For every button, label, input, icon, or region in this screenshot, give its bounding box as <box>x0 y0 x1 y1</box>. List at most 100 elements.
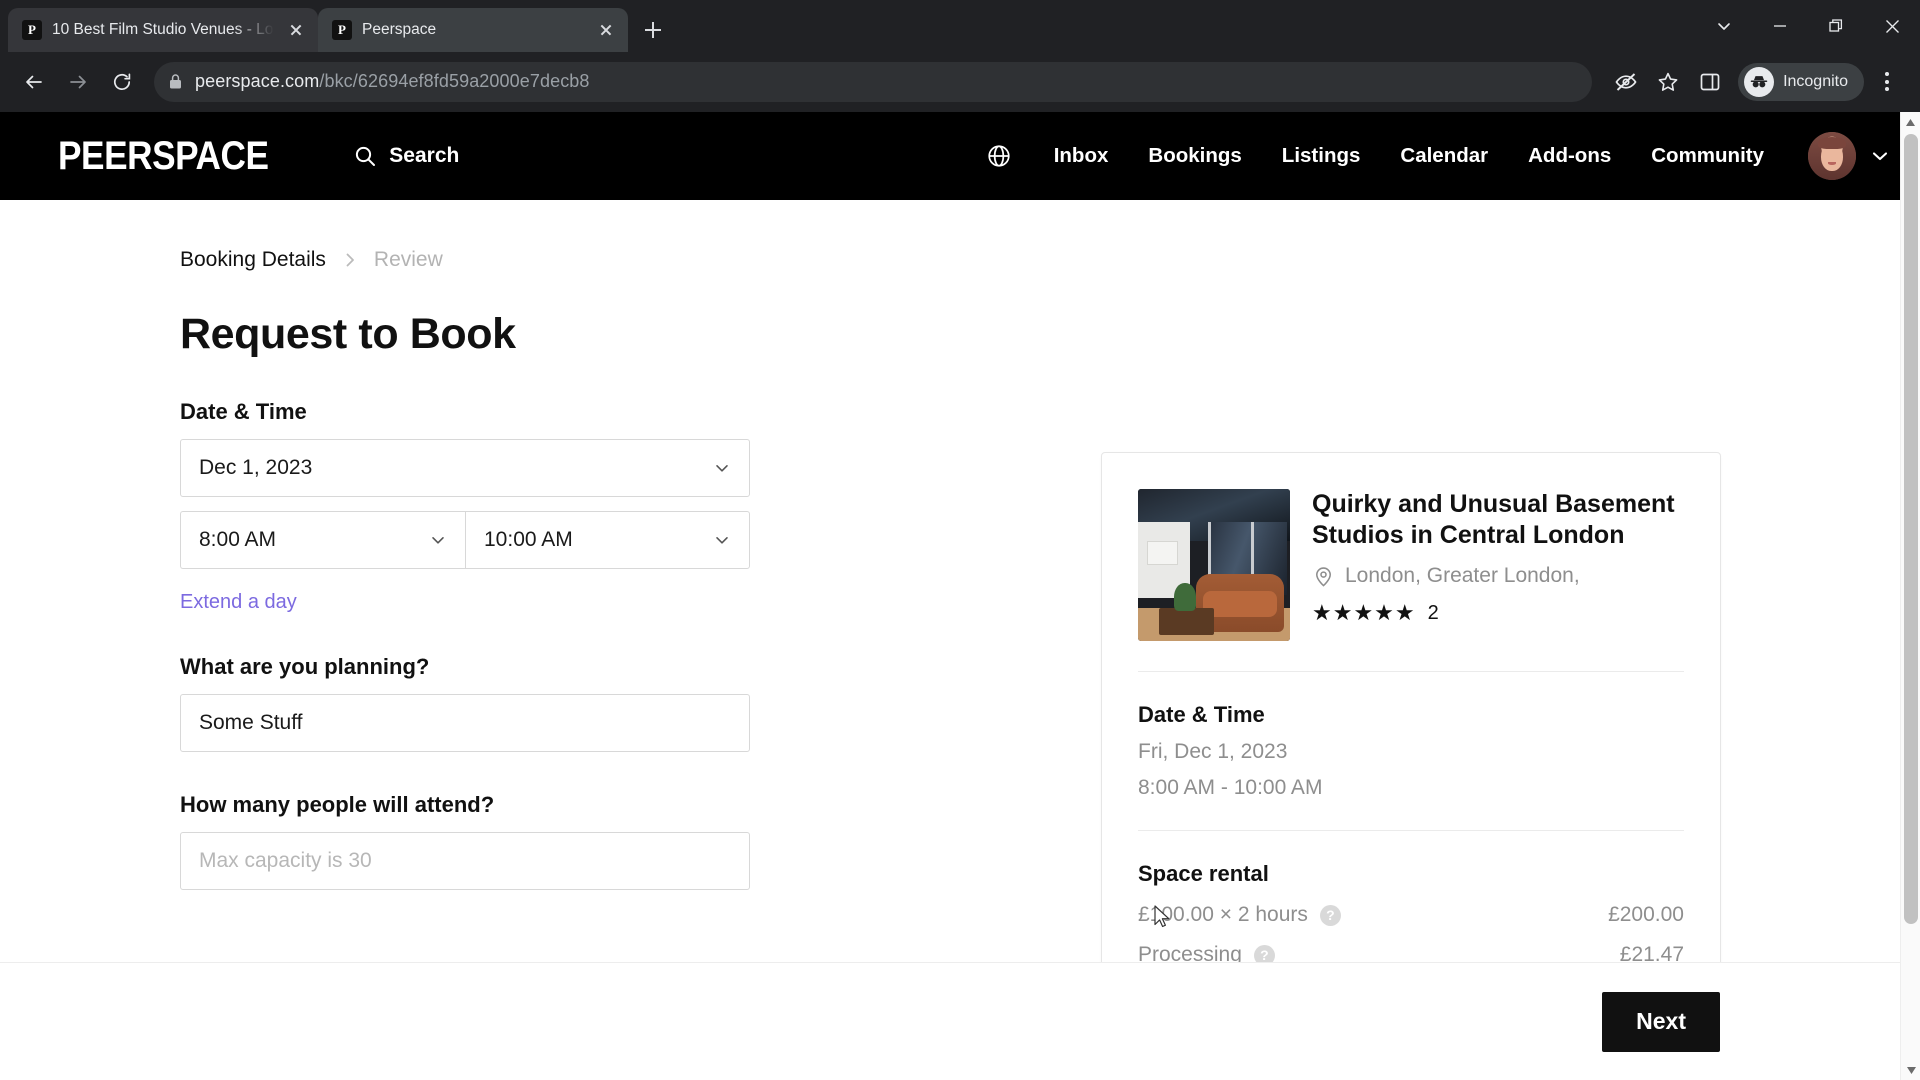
time-range-row: 8:00 AM 10:00 AM <box>180 511 750 569</box>
url-domain: peerspace.com <box>195 71 320 91</box>
start-time-value: 8:00 AM <box>199 528 277 551</box>
booking-form-column: Booking Details Review Request to Book D… <box>180 200 920 890</box>
header-nav: Inbox Bookings Listings Calendar Add-ons… <box>964 132 1890 180</box>
chevron-down-icon <box>713 459 731 477</box>
start-time-select[interactable]: 8:00 AM <box>180 511 465 569</box>
date-select[interactable]: Dec 1, 2023 <box>180 439 750 497</box>
summary-datetime-heading: Date & Time <box>1138 702 1265 727</box>
tab-title: Peerspace <box>362 21 437 38</box>
nav-item-bookings[interactable]: Bookings <box>1128 144 1261 168</box>
datetime-section-label: Date & Time <box>180 399 307 424</box>
page-title: Request to Book <box>180 310 516 358</box>
space-rental-heading: Space rental <box>1138 861 1269 886</box>
tab-close-icon[interactable] <box>284 18 308 42</box>
listing-location-text: London, Greater London, <box>1345 564 1580 587</box>
maximize-restore-icon[interactable] <box>1808 3 1864 49</box>
rate-value: £200.00 <box>1608 903 1684 926</box>
url-text: peerspace.com/bkc/62694ef8fd59a2000e7dec… <box>195 71 590 92</box>
planning-input-value: Some Stuff <box>199 711 303 734</box>
nav-item-listings[interactable]: Listings <box>1262 144 1381 168</box>
search-icon <box>356 146 376 166</box>
header-search-button[interactable]: Search <box>353 144 459 168</box>
tab-favicon: P <box>22 20 42 40</box>
tab-close-icon[interactable] <box>594 18 618 42</box>
summary-time: 8:00 AM - 10:00 AM <box>1138 776 1323 799</box>
browser-menu-icon[interactable] <box>1868 62 1906 102</box>
nav-item-inbox[interactable]: Inbox <box>1034 144 1129 168</box>
browser-tab-1[interactable]: P 10 Best Film Studio Venues - Lon <box>8 8 318 52</box>
incognito-icon <box>1744 66 1775 97</box>
breadcrumb-booking-details[interactable]: Booking Details <box>180 248 326 272</box>
browser-toolbar: peerspace.com/bkc/62694ef8fd59a2000e7dec… <box>0 52 1920 112</box>
account-menu[interactable] <box>1808 132 1890 180</box>
search-label: Search <box>389 144 460 167</box>
new-tab-button[interactable] <box>636 13 670 47</box>
minimize-icon[interactable] <box>1752 3 1808 49</box>
nav-item-community[interactable]: Community <box>1631 144 1784 168</box>
page-scrollbar[interactable] <box>1900 112 1920 1080</box>
rate-label: £100.00 × 2 hours ? <box>1138 903 1341 927</box>
listing-rating: ★★★★★ 2 <box>1312 600 1684 626</box>
lock-icon <box>170 74 181 89</box>
attendees-label: How many people will attend? <box>180 792 495 817</box>
tab-favicon: P <box>332 20 352 40</box>
breadcrumb-review[interactable]: Review <box>374 248 443 272</box>
end-time-select[interactable]: 10:00 AM <box>465 511 750 569</box>
browser-window: P 10 Best Film Studio Venues - Lon P Pee… <box>0 0 1920 1080</box>
reload-icon[interactable] <box>102 62 142 102</box>
star-rating-icon: ★★★★★ <box>1312 600 1416 625</box>
forward-icon[interactable] <box>58 62 98 102</box>
extend-a-day-link[interactable]: Extend a day <box>180 591 297 614</box>
page-content: Booking Details Review Request to Book D… <box>0 200 1920 1080</box>
nav-item-calendar[interactable]: Calendar <box>1380 144 1508 168</box>
rate-row: £100.00 × 2 hours ? £200.00 <box>1138 903 1684 927</box>
planning-input[interactable]: Some Stuff <box>180 694 750 752</box>
language-globe-icon[interactable] <box>964 143 1034 169</box>
summary-date: Fri, Dec 1, 2023 <box>1138 740 1288 763</box>
chevron-right-icon <box>342 252 358 268</box>
listing-title[interactable]: Quirky and Unusual Basement Studios in C… <box>1312 489 1684 550</box>
scroll-up-arrow-icon[interactable] <box>1901 112 1920 132</box>
avatar <box>1808 132 1856 180</box>
peerspace-logo[interactable]: PEERSPACE <box>58 134 269 179</box>
date-select-value: Dec 1, 2023 <box>199 456 313 479</box>
next-button[interactable]: Next <box>1602 991 1720 1052</box>
side-panel-icon[interactable] <box>1690 62 1730 102</box>
attendees-input-placeholder: Max capacity is 30 <box>199 849 372 872</box>
browser-tab-2[interactable]: P Peerspace <box>318 8 628 52</box>
chevron-down-icon <box>713 531 731 549</box>
rate-label-text: £100.00 × 2 hours <box>1138 903 1308 926</box>
divider <box>1138 830 1684 831</box>
breadcrumb: Booking Details Review <box>180 200 920 272</box>
listing-summary: Quirky and Unusual Basement Studios in C… <box>1138 489 1684 641</box>
site-header: PEERSPACE Search Inbox Bookings Listings… <box>0 112 1920 200</box>
nav-item-add-ons[interactable]: Add-ons <box>1508 144 1631 168</box>
chevron-down-icon <box>1872 152 1888 161</box>
bookmark-star-icon[interactable] <box>1648 62 1688 102</box>
tracking-protection-eye-off-icon[interactable] <box>1606 62 1646 102</box>
scroll-down-arrow-icon[interactable] <box>1901 1060 1920 1080</box>
help-icon[interactable]: ? <box>1319 904 1341 926</box>
tab-search-chevron-icon[interactable] <box>1696 3 1752 49</box>
address-bar[interactable]: peerspace.com/bkc/62694ef8fd59a2000e7dec… <box>154 61 1593 102</box>
incognito-profile-pill[interactable]: Incognito <box>1738 62 1864 101</box>
window-controls <box>1696 0 1920 52</box>
rating-count: 2 <box>1427 601 1439 624</box>
toolbar-actions: Incognito <box>1606 62 1906 102</box>
incognito-label: Incognito <box>1783 72 1848 90</box>
location-pin-icon <box>1316 566 1331 587</box>
tab-title: 10 Best Film Studio Venues - Lon <box>52 21 274 38</box>
footer-action-bar: Next <box>0 962 1920 1080</box>
page-viewport: PEERSPACE Search Inbox Bookings Listings… <box>0 112 1920 1080</box>
listing-location: London, Greater London, <box>1312 564 1684 588</box>
chevron-down-icon <box>429 531 447 549</box>
scrollbar-thumb[interactable] <box>1904 134 1918 924</box>
divider <box>1138 671 1684 672</box>
url-path: /bkc/62694ef8fd59a2000e7decb8 <box>319 71 590 91</box>
tab-strip: P 10 Best Film Studio Venues - Lon P Pee… <box>0 0 1920 52</box>
planning-label: What are you planning? <box>180 654 430 679</box>
back-icon[interactable] <box>14 62 54 102</box>
attendees-input[interactable]: Max capacity is 30 <box>180 832 750 890</box>
listing-info: Quirky and Unusual Basement Studios in C… <box>1312 489 1684 641</box>
close-window-icon[interactable] <box>1864 3 1920 49</box>
